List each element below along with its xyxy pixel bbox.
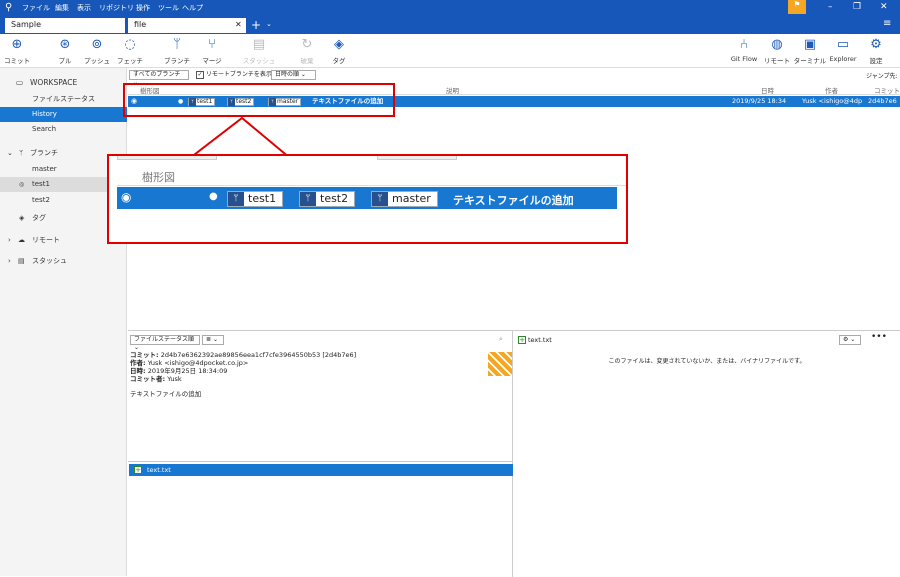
- commit-metadata: コミット: 2d4b7e6362392ae89856eea1cf7cfe3964…: [130, 351, 356, 398]
- sidebar-section-stashes[interactable]: › ▤ スタッシュ: [0, 254, 127, 269]
- column-description[interactable]: 説明: [446, 85, 459, 95]
- close-tab-icon[interactable]: ✕: [235, 20, 242, 29]
- column-commit[interactable]: コミット: [874, 85, 900, 95]
- date-line: 日時: 2019年9月25日 18:34:09: [130, 367, 228, 375]
- file-list-item[interactable]: + text.txt: [129, 464, 513, 476]
- settings-button[interactable]: ⚙ 設定: [856, 37, 896, 65]
- search-icon[interactable]: ⌕: [499, 335, 503, 344]
- toolbar: ⊕ コミット ⊛ プル ⊚ プッシュ ◌ フェッチ ᛘ ブランチ ⑂ マージ ▤ スタッシュ …: [0, 34, 900, 68]
- menu-help[interactable]: ヘルプ: [182, 3, 203, 13]
- commit-details-panel: ファイルステータス順 ⌄ ≣ ⌄ ⌕ コミット: 2d4b7e6362392ae…: [128, 330, 900, 577]
- sidebar: ▭ WORKSPACE ファイルステータス History Search ⌄ ᛘ…: [0, 68, 127, 576]
- column-author[interactable]: 作者: [825, 85, 838, 95]
- chevron-right-icon: ›: [8, 236, 11, 244]
- diff-pane: + text.txt ⚙ ⌄ ••• このファイルは、変更されていないか、または…: [514, 331, 900, 577]
- show-remote-checkbox[interactable]: ✓ リモートブランチを表示: [196, 70, 272, 80]
- commit-info-pane: ファイルステータス順 ⌄ ≣ ⌄ ⌕ コミット: 2d4b7e6362392ae…: [128, 331, 513, 577]
- view-mode-dropdown[interactable]: ≣ ⌄: [202, 335, 224, 345]
- hamburger-menu-icon[interactable]: ≡: [883, 18, 891, 29]
- tag-icon: ◈: [19, 214, 25, 222]
- branch-icon: ᛘ: [19, 149, 24, 157]
- flag-icon[interactable]: ⚑: [788, 0, 806, 14]
- menu-edit[interactable]: 編集: [55, 3, 69, 13]
- branch-filter-dropdown[interactable]: すべてのブランチ ⌄: [129, 70, 189, 86]
- jump-to-label: ジャンプ先:: [866, 73, 898, 80]
- workspace-header: ▭ WORKSPACE: [0, 75, 127, 90]
- file-added-icon: +: [518, 336, 526, 344]
- stash-icon: ▤: [18, 257, 25, 265]
- filter-bar: すべてのブランチ ⌄ ✓ リモートブランチを表示 日時の順 ⌄ ジャンプ先:: [128, 68, 900, 86]
- committer-line: コミット者: Yusk: [130, 375, 182, 383]
- menu-view[interactable]: 表示: [77, 3, 91, 13]
- menu-file[interactable]: ファイル: [22, 3, 50, 13]
- more-options-icon[interactable]: •••: [871, 332, 887, 342]
- commit-message-body: テキストファイルの追加: [130, 390, 202, 398]
- merge-button[interactable]: ⑂ マージ: [192, 37, 232, 65]
- app-logo-icon: ⚲: [5, 2, 13, 13]
- commit-author: Yusk <ishigo@4dp: [802, 97, 863, 105]
- tag-button[interactable]: ◈ タグ: [319, 37, 359, 65]
- monitor-icon: ▭: [16, 78, 24, 87]
- chevron-down-icon: ⌄: [7, 149, 13, 157]
- author-line: 作者: Yusk <ishigo@4dpocket.co.jp>: [130, 359, 249, 367]
- tab-file[interactable]: file ✕: [128, 18, 246, 33]
- sidebar-item-history[interactable]: History: [0, 107, 127, 122]
- diff-message: このファイルは、変更されていないか、または、バイナリファイルです。: [608, 358, 806, 365]
- stash-button[interactable]: ▤ スタッシュ: [239, 37, 279, 65]
- tab-file-label: file: [134, 20, 147, 29]
- menu-repository[interactable]: リポジトリ: [99, 3, 134, 13]
- column-date[interactable]: 日時: [761, 85, 774, 95]
- tab-bar: Sample file ✕ + ⌄ ≡: [0, 17, 900, 34]
- highlight-box-zoom: [107, 154, 628, 244]
- divider: [128, 461, 513, 462]
- commit-hash: 2d4b7e6: [868, 97, 897, 105]
- menu-tools[interactable]: ツール: [158, 3, 179, 13]
- commit-icon: ⊕: [11, 37, 23, 52]
- merge-icon: ⑂: [208, 37, 216, 52]
- tag-icon: ◈: [334, 37, 344, 52]
- minimize-icon[interactable]: –: [828, 2, 833, 12]
- sidebar-item-search[interactable]: Search: [0, 122, 127, 137]
- current-branch-icon: ◎: [19, 181, 25, 188]
- commit-date: 2019/9/25 18:34: [732, 97, 787, 105]
- highlight-box-small: [123, 83, 395, 117]
- branch-icon: ᛘ: [173, 37, 181, 52]
- gear-icon: ⚙: [870, 37, 882, 52]
- tab-dropdown-icon[interactable]: ⌄: [266, 20, 272, 28]
- close-window-icon[interactable]: ✕: [880, 2, 888, 12]
- sidebar-item-file-status[interactable]: ファイルステータス: [0, 92, 127, 107]
- file-added-icon: +: [134, 466, 142, 474]
- fetch-button[interactable]: ◌ フェッチ: [110, 37, 150, 65]
- chevron-right-icon: ›: [8, 257, 11, 265]
- cloud-icon: ☁: [18, 236, 25, 244]
- sort-dropdown[interactable]: ファイルステータス順 ⌄: [130, 335, 200, 351]
- stash-icon: ▤: [252, 37, 266, 52]
- commit-button[interactable]: ⊕ コミット: [0, 37, 37, 65]
- new-tab-icon[interactable]: +: [251, 18, 261, 32]
- fetch-icon: ◌: [124, 37, 136, 52]
- tab-sample[interactable]: Sample: [5, 18, 125, 33]
- callout-connector: [190, 117, 291, 159]
- maximize-icon[interactable]: ❐: [853, 2, 861, 12]
- title-bar: ⚲ ファイル 編集 表示 リポジトリ 操作 ツール ヘルプ ⚑ – ❐ ✕: [0, 0, 900, 17]
- gear-icon: ⚙: [843, 336, 849, 343]
- commit-id-line: コミット: 2d4b7e6362392ae89856eea1cf7cfe3964…: [130, 351, 357, 359]
- list-icon: ≣: [206, 336, 212, 343]
- checkbox-checked-icon: ✓: [196, 71, 204, 79]
- diff-file-header: + text.txt: [518, 336, 552, 344]
- avatar: [488, 352, 512, 376]
- diff-settings-dropdown[interactable]: ⚙ ⌄: [839, 335, 861, 345]
- branch-button[interactable]: ᛘ ブランチ: [157, 37, 197, 65]
- menu-actions[interactable]: 操作: [136, 3, 150, 13]
- order-dropdown[interactable]: 日時の順 ⌄: [271, 70, 316, 80]
